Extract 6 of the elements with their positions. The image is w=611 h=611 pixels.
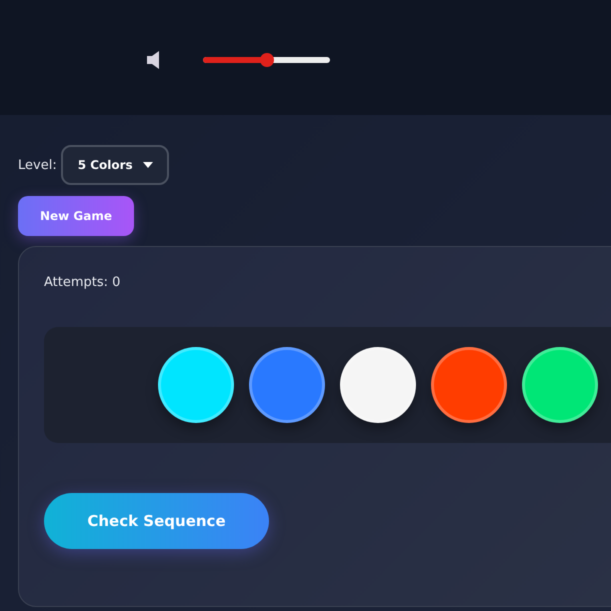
attempts-counter: Attempts: 0 <box>44 275 122 290</box>
caret-icon <box>142 162 153 168</box>
new-game-button[interactable]: New Game <box>18 196 134 236</box>
level-label: Level: <box>18 158 57 172</box>
level-dropdown[interactable]: 5 Colors <box>60 145 169 185</box>
check-sequence-button[interactable]: Check Sequence <box>44 493 269 549</box>
